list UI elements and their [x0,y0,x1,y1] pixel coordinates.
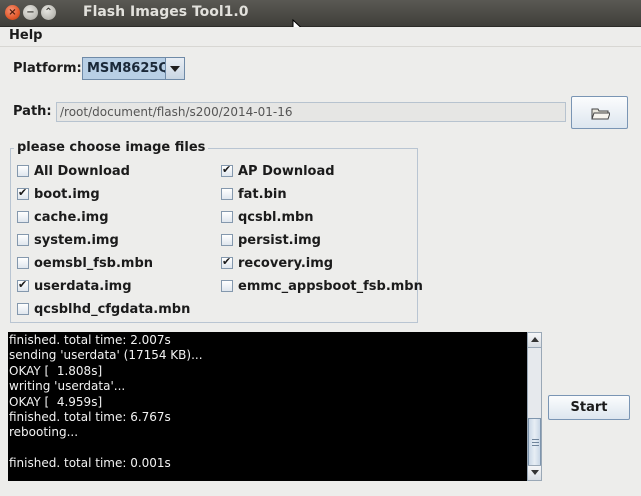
log-console: finished. total time: 2.007s sending 'us… [8,332,527,481]
scroll-up-icon[interactable] [528,333,541,348]
checkbox-label: userdata.img [34,278,132,294]
checkbox-qcsbl-mbn[interactable]: qcsbl.mbn [221,208,314,226]
checkbox-label: qcsbl.mbn [238,209,314,225]
checkbox-empty-icon[interactable] [221,280,233,292]
checkbox-fat-bin[interactable]: fat.bin [221,185,287,203]
checkbox-label: fat.bin [238,186,287,202]
start-button[interactable]: Start [548,395,630,420]
checkbox-system-img[interactable]: system.img [17,231,119,249]
checkbox-empty-icon[interactable] [17,303,29,315]
checkbox-persist-img[interactable]: persist.img [221,231,321,249]
minimize-window-button[interactable]: − [23,5,38,20]
maximize-window-button[interactable]: ⌃ [41,5,56,20]
platform-dropdown[interactable]: MSM8625Q [82,57,185,80]
path-value: /root/document/flash/s200/2014-01-16 [60,105,293,119]
checkbox-empty-icon[interactable] [221,188,233,200]
close-window-button[interactable]: × [5,5,20,20]
checkmark-icon[interactable] [17,278,29,292]
checkbox-ap-download[interactable]: AP Download [221,162,335,180]
checkbox-boot-img[interactable]: boot.img [17,185,100,203]
checkbox-recovery-img[interactable]: recovery.img [221,254,333,272]
checkbox-emmc-appsboot-fsb-mbn[interactable]: emmc_appsboot_fsb.mbn [221,277,423,295]
checkbox-oemsbl-fsb-mbn[interactable]: oemsbl_fsb.mbn [17,254,153,272]
menubar: Help [0,27,641,47]
platform-selected-value: MSM8625Q [87,61,170,76]
path-label: Path: [13,104,52,119]
image-files-title: please choose image files [14,140,209,155]
checkbox-label: recovery.img [238,255,334,271]
chevron-down-icon[interactable] [165,58,184,79]
checkbox-label: cache.img [34,209,109,225]
window-titlebar: × − ⌃ Flash Images Tool1.0 [0,0,641,37]
checkbox-empty-icon[interactable] [17,257,29,269]
checkbox-cache-img[interactable]: cache.img [17,208,109,226]
checkbox-qcsblhd-cfgdata-mbn[interactable]: qcsblhd_cfgdata.mbn [17,300,190,318]
checkbox-empty-icon[interactable] [221,234,233,246]
log-text: finished. total time: 2.007s sending 'us… [9,333,203,471]
platform-label: Platform: [13,61,82,76]
checkbox-userdata-img[interactable]: userdata.img [17,277,132,295]
log-scrollbar[interactable] [527,332,542,481]
menu-help[interactable]: Help [9,28,42,43]
checkmark-icon[interactable] [221,255,233,269]
checkbox-all-download[interactable]: All Download [17,162,130,180]
checkmark-icon[interactable] [221,163,233,177]
scrollbar-thumb[interactable] [528,418,541,466]
checkbox-empty-icon[interactable] [221,211,233,223]
checkbox-empty-icon[interactable] [17,211,29,223]
checkbox-label: AP Download [238,163,335,179]
checkbox-label: All Download [34,163,130,179]
window-title: Flash Images Tool1.0 [83,4,249,20]
folder-icon [591,108,610,120]
checkbox-label: emmc_appsboot_fsb.mbn [238,278,423,294]
checkbox-empty-icon[interactable] [17,234,29,246]
checkbox-label: boot.img [34,186,100,202]
checkbox-label: qcsblhd_cfgdata.mbn [34,301,191,317]
checkbox-label: persist.img [238,232,321,248]
browse-button[interactable] [571,96,628,129]
checkbox-empty-icon[interactable] [17,165,29,177]
path-field[interactable]: /root/document/flash/s200/2014-01-16 [56,102,566,122]
checkbox-label: oemsbl_fsb.mbn [34,255,154,271]
checkmark-icon[interactable] [17,186,29,200]
scroll-down-icon[interactable] [528,465,541,480]
checkbox-label: system.img [34,232,119,248]
